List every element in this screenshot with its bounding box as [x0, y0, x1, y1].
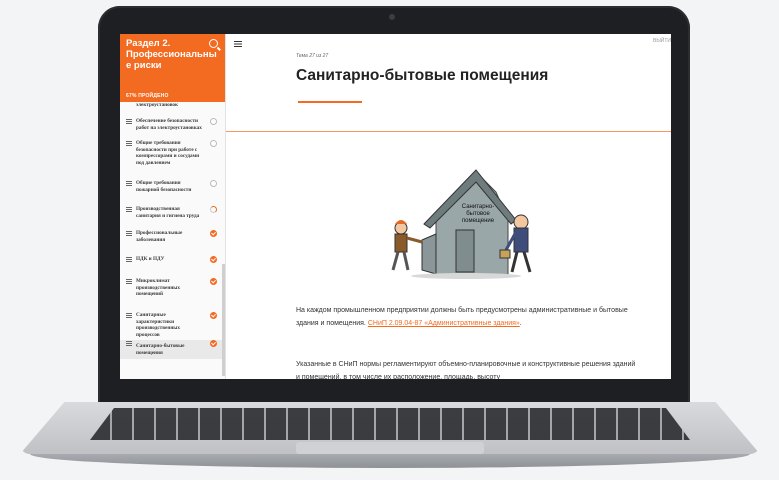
- sign-line-2: бытовое: [466, 211, 490, 217]
- lesson-icon: [126, 231, 132, 236]
- lesson-icon: [126, 207, 132, 212]
- sidebar-item[interactable]: ПДК и ПДУ: [120, 256, 224, 263]
- paragraph-1-end: .: [519, 320, 522, 327]
- paragraph-1: На каждом промышленном предприятии должн…: [296, 304, 636, 330]
- sidebar-item[interactable]: Общие требования безопасности при работе…: [120, 140, 224, 166]
- lesson-icon: [126, 279, 132, 284]
- not-started-icon: [210, 180, 217, 187]
- lesson-icon: [126, 181, 132, 186]
- sidebar-item-label: Санитарно-бытовые помещения: [136, 343, 185, 356]
- screen: Раздел 2. Профессиональны е риски 67% ПР…: [120, 34, 671, 379]
- illustration-sanitary-building: Санитарно- бытовое помещение: [391, 169, 532, 279]
- sidebar-item[interactable]: Санитарно-бытовые помещения: [120, 340, 224, 359]
- webcam-icon: [389, 14, 395, 20]
- sidebar-item[interactable]: Микроклимат производственных помещений: [120, 278, 224, 298]
- lesson-list: электроустановок Обеспечение безопасности…: [120, 102, 224, 379]
- sidebar-item[interactable]: Производственная санитария и гигиена тру…: [120, 206, 224, 219]
- trackpad: [296, 442, 484, 454]
- sidebar-item-label: Обеспечение безопасности работ на электр…: [136, 118, 202, 131]
- completed-check-icon: [210, 312, 217, 319]
- sidebar-item[interactable]: электроустановок: [120, 102, 224, 109]
- lesson-icon: [126, 119, 132, 124]
- sidebar-item-label: Общие требования пожарной безопасности: [136, 180, 192, 193]
- sidebar-item-label: Профессиональные заболевания: [136, 230, 183, 243]
- sidebar-item-label: Общие требования безопасности при работе…: [136, 140, 200, 166]
- not-started-icon: [210, 140, 217, 147]
- sign-line-3: помещение: [462, 218, 495, 224]
- worker-figure-left: [391, 220, 423, 271]
- completed-check-icon: [210, 278, 217, 285]
- sign-line-1: Санитарно-: [462, 204, 494, 210]
- menu-icon[interactable]: [234, 41, 242, 47]
- sidebar-item-label: ПДК и ПДУ: [136, 256, 165, 262]
- divider: [226, 131, 671, 132]
- completed-check-icon: [210, 340, 217, 347]
- lesson-icon: [126, 257, 132, 262]
- sidebar-item-label: Производственная санитария и гигиена тру…: [136, 206, 200, 219]
- search-icon[interactable]: [209, 39, 218, 48]
- partial-progress-icon: [210, 206, 217, 213]
- sidebar-item[interactable]: Санитарные характеристики производственн…: [120, 312, 224, 338]
- exit-button[interactable]: ВЫЙТИ: [653, 38, 671, 44]
- sidebar-item[interactable]: Профессиональные заболевания: [120, 230, 224, 243]
- sidebar-item-label: Санитарные характеристики производственн…: [136, 312, 180, 338]
- lesson-icon: [126, 141, 132, 146]
- sidebar-header: Раздел 2. Профессиональны е риски 67% ПР…: [120, 34, 225, 102]
- laptop-base: [20, 402, 760, 472]
- title-underline: [298, 101, 362, 103]
- sidebar-scrollbar[interactable]: [222, 264, 225, 376]
- lesson-icon: [126, 341, 132, 346]
- progress-label: 67% ПРОЙДЕНО: [126, 93, 169, 99]
- section-title: Раздел 2. Профессиональны е риски: [126, 38, 217, 71]
- paragraph-2: Указанные в СНиП нормы регламентируют об…: [296, 361, 636, 379]
- sidebar: Раздел 2. Профессиональны е риски 67% ПР…: [120, 34, 226, 379]
- completed-check-icon: [210, 256, 217, 263]
- lesson-icon: [126, 313, 132, 318]
- page-title: Санитарно-бытовые помещения: [296, 67, 549, 84]
- snip-link[interactable]: СНиП 2.09.04-87 «Административные здания…: [368, 320, 520, 327]
- sidebar-item-label: электроустановок: [136, 102, 178, 108]
- completed-check-icon: [210, 230, 217, 237]
- main-content: ВЫЙТИ Тема 27 из 27 Санитарно-бытовые по…: [226, 34, 671, 379]
- sidebar-item[interactable]: Общие требования пожарной безопасности: [120, 180, 224, 193]
- sidebar-item[interactable]: Обеспечение безопасности работ на электр…: [120, 118, 224, 131]
- lesson-counter: Тема 27 из 27: [296, 53, 329, 59]
- not-started-icon: [210, 118, 217, 125]
- sidebar-item-label: Микроклимат производственных помещений: [136, 278, 180, 297]
- keyboard: [90, 408, 690, 440]
